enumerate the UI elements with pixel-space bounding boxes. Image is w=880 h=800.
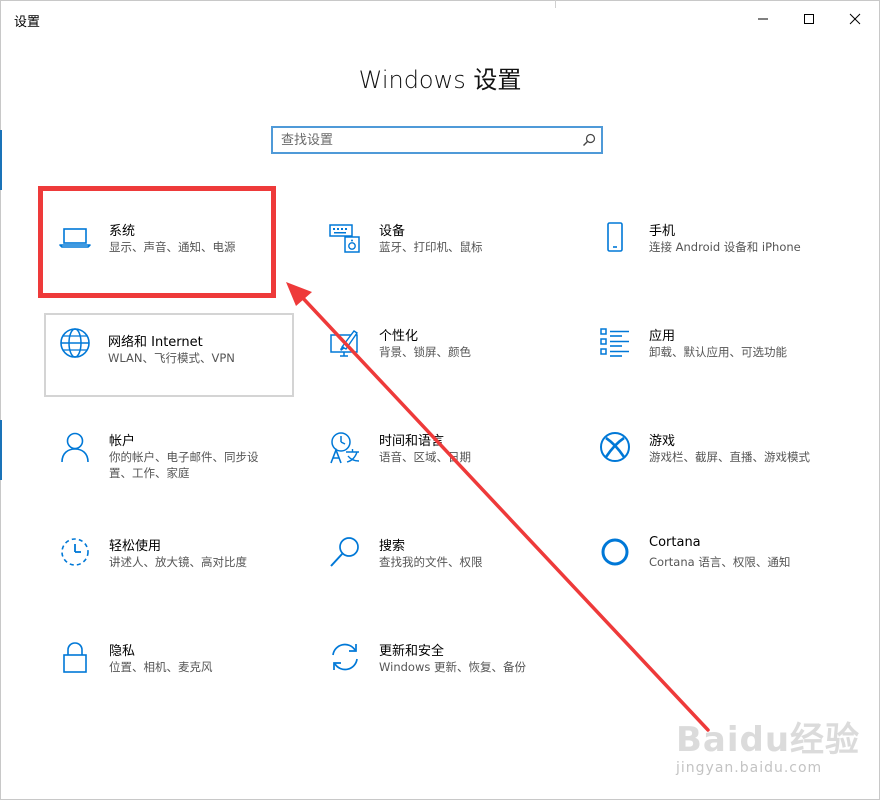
red-arrow-annotation bbox=[286, 282, 710, 732]
baidu-watermark: Baidu经验 jingyan.baidu.com bbox=[676, 700, 876, 796]
watermark-url: jingyan.baidu.com bbox=[676, 760, 823, 776]
watermark-brand: Baidu经验 bbox=[676, 720, 861, 760]
